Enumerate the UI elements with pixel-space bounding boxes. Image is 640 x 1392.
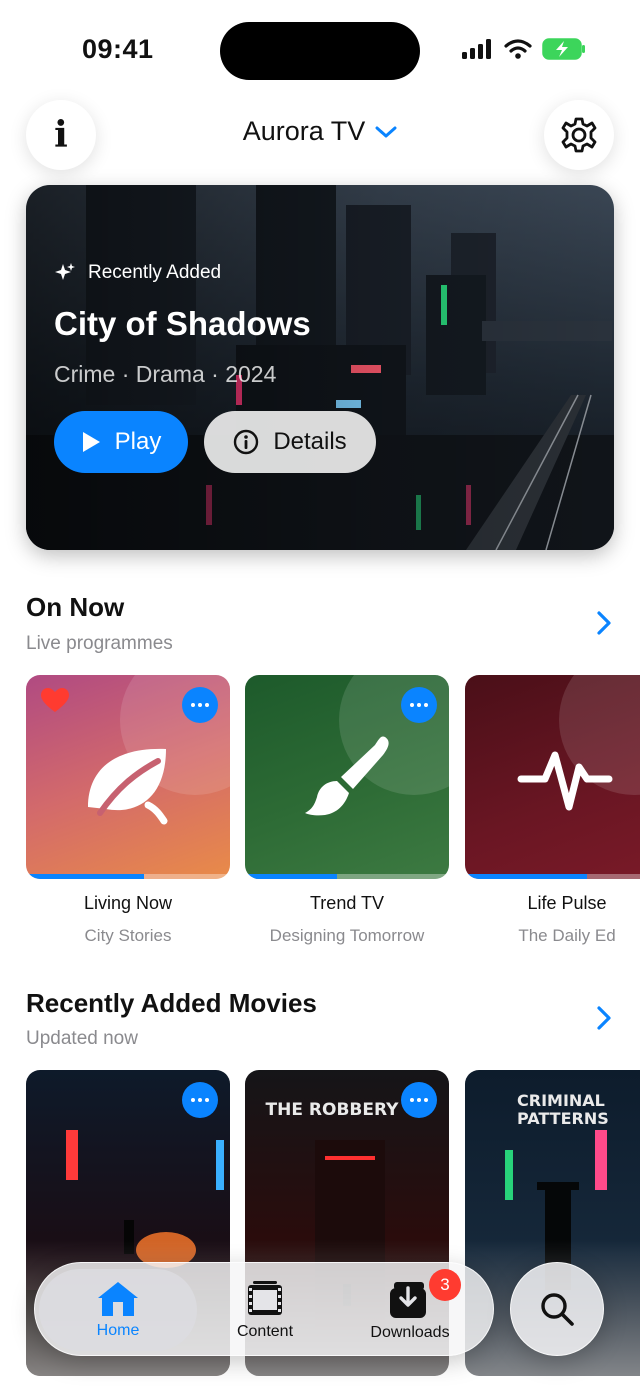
channel-card[interactable]: Living Now City Stories [26, 675, 230, 946]
poster-title: CRIMINAL PATTERNS [517, 1091, 609, 1128]
paintbrush-icon [305, 736, 389, 816]
on-now-title: On Now [26, 592, 125, 622]
more-button[interactable] [182, 1082, 218, 1118]
channel-title: Life Pulse [527, 893, 607, 913]
movies-title: Recently Added Movies [26, 988, 317, 1018]
channel-tile[interactable] [26, 675, 230, 879]
details-button-label: Details [273, 428, 347, 455]
status-time: 09:41 [82, 34, 154, 64]
status-bar: 09:41 [0, 0, 640, 100]
channel-subtitle: City Stories [84, 926, 172, 945]
film-icon [248, 1281, 282, 1315]
progress-fill [245, 874, 337, 879]
battery-charging-icon [542, 38, 585, 60]
favorite-heart-icon[interactable] [40, 687, 70, 713]
on-now-subtitle: Live programmes [26, 633, 173, 654]
waveform-icon [517, 751, 613, 811]
gear-icon [561, 117, 597, 153]
play-button-label: Play [114, 428, 162, 455]
search-button[interactable] [510, 1262, 604, 1356]
channel-card[interactable]: Trend TV Designing Tomorrow [245, 675, 449, 946]
play-icon [82, 432, 100, 452]
tab-downloads[interactable]: Downloads 3 [365, 1263, 461, 1357]
status-icons [462, 38, 586, 60]
house-icon [98, 1282, 138, 1316]
progress-fill [26, 874, 145, 879]
more-button[interactable] [401, 1082, 437, 1118]
details-button[interactable]: Details [204, 411, 376, 473]
sparkles-icon [55, 263, 75, 280]
channel-title: Trend TV [309, 893, 385, 913]
on-now-see-all-chevron-icon[interactable] [594, 609, 614, 637]
hero-title: City of Shadows [54, 305, 311, 342]
tab-home[interactable]: Home [39, 1269, 197, 1351]
search-icon [541, 1293, 574, 1326]
info-circle-icon [234, 429, 259, 455]
cellular-signal-icon [462, 39, 491, 59]
tab-downloads-label: Downloads [370, 1324, 450, 1341]
tab-home-label: Home [96, 1322, 140, 1339]
channel-title: Living Now [83, 893, 173, 913]
more-button[interactable] [182, 687, 218, 723]
movies-subtitle: Updated now [26, 1028, 138, 1049]
downloads-badge: 3 [429, 1269, 461, 1301]
watch-progress-bar [465, 874, 640, 879]
hero-tag: Recently Added [54, 262, 221, 284]
download-icon [390, 1282, 426, 1318]
channel-subtitle: The Daily Ed [518, 926, 616, 945]
leaf-icon [88, 748, 168, 825]
movies-see-all-chevron-icon[interactable] [594, 1004, 614, 1032]
app-title: Aurora TV [242, 116, 366, 146]
channel-tile[interactable] [465, 675, 640, 879]
progress-fill [465, 874, 588, 879]
tab-content-label: Content [236, 1323, 294, 1340]
play-button[interactable]: Play [54, 411, 188, 473]
channel-card[interactable]: Life Pulse The Daily Ed [465, 675, 640, 946]
tab-content[interactable]: Content [225, 1263, 305, 1357]
settings-button[interactable] [544, 100, 614, 170]
watch-progress-bar [26, 874, 230, 879]
hero-meta: Crime · Drama · 2024 [54, 361, 277, 387]
hero-banner[interactable]: Recently Added City of Shadows Crime · D… [26, 185, 614, 550]
channel-subtitle: Designing Tomorrow [269, 926, 425, 945]
more-button[interactable] [401, 687, 437, 723]
on-now-row: Living Now City Stories Trend TV Designi… [26, 675, 640, 975]
chevron-down-icon [375, 126, 397, 137]
tab-bar: Home Content Downloads 3 [34, 1262, 494, 1356]
hero-tag-label: Recently Added [88, 262, 222, 283]
wifi-icon [504, 39, 532, 59]
watch-progress-bar [245, 874, 449, 879]
channel-tile[interactable] [245, 675, 449, 879]
dynamic-island [220, 22, 420, 80]
